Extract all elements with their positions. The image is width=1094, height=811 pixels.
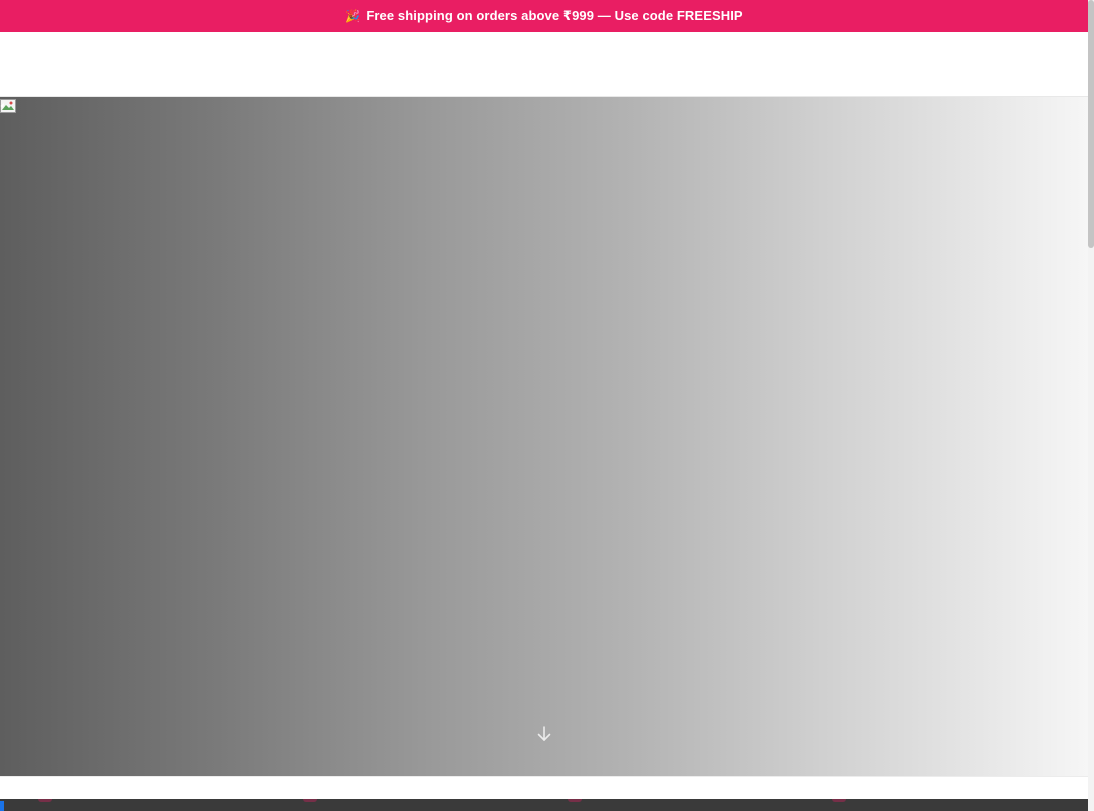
- category-indicator: [303, 799, 317, 802]
- hero-banner: [0, 97, 1088, 776]
- scrollbar-thumb[interactable]: [1088, 0, 1094, 248]
- vertical-scrollbar[interactable]: [1088, 0, 1094, 811]
- scroll-down-button[interactable]: [534, 723, 554, 745]
- party-popper-icon: 🎉: [345, 9, 361, 23]
- page: 🎉 Free shipping on orders above ₹999 — U…: [0, 0, 1094, 811]
- arrow-down-icon: [537, 726, 551, 741]
- browser-viewport: 🎉 Free shipping on orders above ₹999 — U…: [0, 0, 1088, 811]
- category-indicator: [38, 799, 52, 802]
- announcement-bar: 🎉 Free shipping on orders above ₹999 — U…: [0, 0, 1088, 32]
- category-indicator: [568, 799, 582, 802]
- category-indicator: [832, 799, 846, 802]
- broken-image-icon: [0, 99, 16, 113]
- site-header: [0, 32, 1088, 97]
- below-hero-section: [0, 776, 1088, 798]
- bottom-strip: [0, 799, 1088, 811]
- announcement-text: Free shipping on orders above ₹999 — Use…: [366, 8, 743, 23]
- bottom-strip-accent: [0, 801, 4, 811]
